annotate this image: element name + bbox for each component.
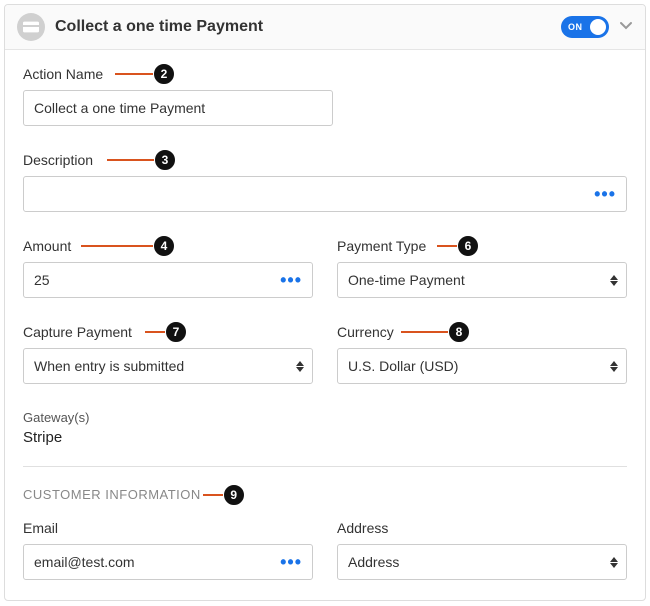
amount-input[interactable]: 25 •••	[23, 262, 313, 298]
gateways-value: Stripe	[23, 429, 627, 446]
customer-information-header: CUSTOMER INFORMATION 9	[23, 487, 627, 502]
description-input[interactable]: •••	[23, 176, 627, 212]
payment-type-select[interactable]: One-time Payment	[337, 262, 627, 298]
annotation-9: 9	[223, 484, 245, 506]
action-name-input[interactable]: Collect a one time Payment	[23, 90, 333, 126]
select-arrows-icon	[610, 361, 618, 372]
capture-payment-label: Capture Payment	[23, 324, 313, 340]
enable-toggle[interactable]: ON	[561, 16, 609, 38]
currency-label: Currency	[337, 324, 627, 340]
email-label: Email	[23, 520, 313, 536]
email-input[interactable]: email@test.com •••	[23, 544, 313, 580]
capture-payment-select[interactable]: When entry is submitted	[23, 348, 313, 384]
amount-label: Amount	[23, 238, 313, 254]
address-label: Address	[337, 520, 627, 536]
chevron-down-icon[interactable]	[619, 18, 633, 36]
gateways-block: Gateway(s) Stripe	[23, 410, 627, 446]
currency-select[interactable]: U.S. Dollar (USD)	[337, 348, 627, 384]
panel-header: Collect a one time Payment ON	[5, 5, 645, 50]
ellipsis-icon[interactable]: •••	[586, 189, 616, 199]
toggle-knob	[590, 19, 606, 35]
card-icon	[17, 13, 45, 41]
select-arrows-icon	[610, 275, 618, 286]
ellipsis-icon[interactable]: •••	[272, 557, 302, 567]
description-label: Description	[23, 152, 627, 168]
payment-type-label: Payment Type	[337, 238, 627, 254]
panel-title: Collect a one time Payment	[55, 18, 561, 36]
select-arrows-icon	[296, 361, 304, 372]
address-select[interactable]: Address	[337, 544, 627, 580]
select-arrows-icon	[610, 557, 618, 568]
ellipsis-icon[interactable]: •••	[272, 275, 302, 285]
action-name-label: Action Name	[23, 66, 627, 82]
divider	[23, 466, 627, 467]
gateways-label: Gateway(s)	[23, 410, 627, 425]
payment-action-panel: Collect a one time Payment ON Action Nam…	[4, 4, 646, 601]
toggle-label: ON	[568, 22, 583, 32]
panel-body: Action Name 2 Collect a one time Payment…	[5, 50, 645, 600]
